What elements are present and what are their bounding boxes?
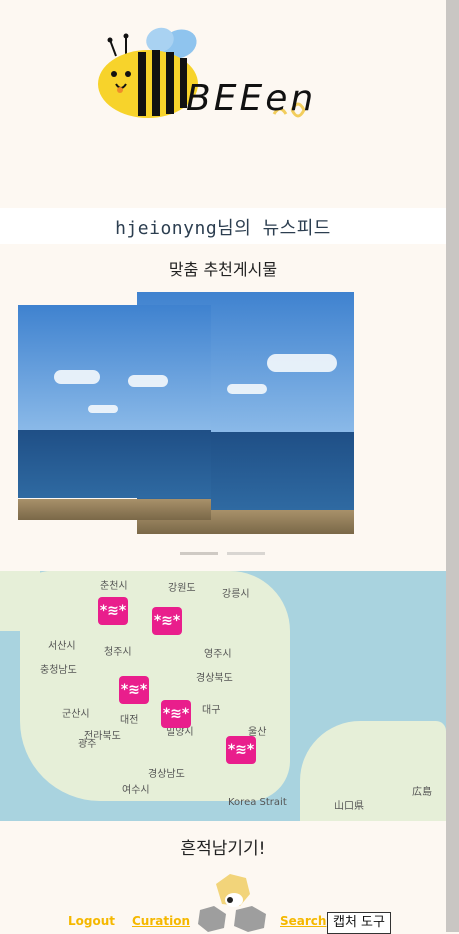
map-label: 경상북도 — [196, 673, 233, 684]
japan-land — [300, 721, 446, 821]
map-label: 대전 — [120, 715, 139, 726]
bee-honeycomb-icon — [198, 874, 266, 932]
map-marker[interactable]: *≋* — [98, 597, 128, 625]
map-label: 광주 — [78, 739, 97, 750]
map-marker[interactable]: *≋* — [152, 607, 182, 635]
map-label: 강원도 — [168, 583, 196, 594]
logo-text: BEEen — [186, 78, 317, 119]
map-label: 군산시 — [62, 709, 90, 720]
map-marker[interactable]: *≋* — [119, 676, 149, 704]
recommended-title: 맞춤 추천게시물 — [168, 260, 278, 279]
map-label: Korea Strait — [228, 797, 287, 808]
map-label: 충청남도 — [40, 665, 77, 676]
map-label: 広島 — [412, 787, 432, 798]
search-link[interactable]: Search — [280, 914, 326, 928]
map-label: 대구 — [202, 705, 221, 716]
map-label: 강릉시 — [222, 589, 250, 600]
map-label: 춘천시 — [100, 581, 128, 592]
scrollbar[interactable] — [446, 0, 459, 932]
leave-trace-title[interactable]: 흔적남기기! — [0, 834, 446, 859]
map-label: 경상남도 — [148, 769, 185, 780]
logout-link[interactable]: Logout — [68, 914, 115, 928]
map-label: 영주시 — [204, 649, 232, 660]
map[interactable]: 춘천시 강원도 강릉시 서산시 청주시 충청남도 영주시 경상북도 군산시 대전… — [0, 571, 446, 821]
capture-tool-button[interactable]: 캡처 도구 — [327, 912, 391, 934]
carousel-indicator[interactable] — [180, 552, 218, 555]
map-marker[interactable]: *≋* — [161, 700, 191, 728]
map-label: 여수시 — [122, 785, 150, 796]
map-marker[interactable]: *≋* — [226, 736, 256, 764]
feed-title: hjeionyng님의 뉴스피드 — [115, 218, 331, 239]
carousel-indicator[interactable] — [227, 552, 265, 555]
west-land — [0, 571, 40, 631]
map-label: 서산시 — [48, 641, 76, 652]
curation-link[interactable]: Curation — [132, 914, 190, 928]
carousel-photo-front[interactable] — [18, 305, 211, 520]
map-label: 청주시 — [104, 647, 132, 658]
map-label: 山口県 — [334, 801, 364, 812]
